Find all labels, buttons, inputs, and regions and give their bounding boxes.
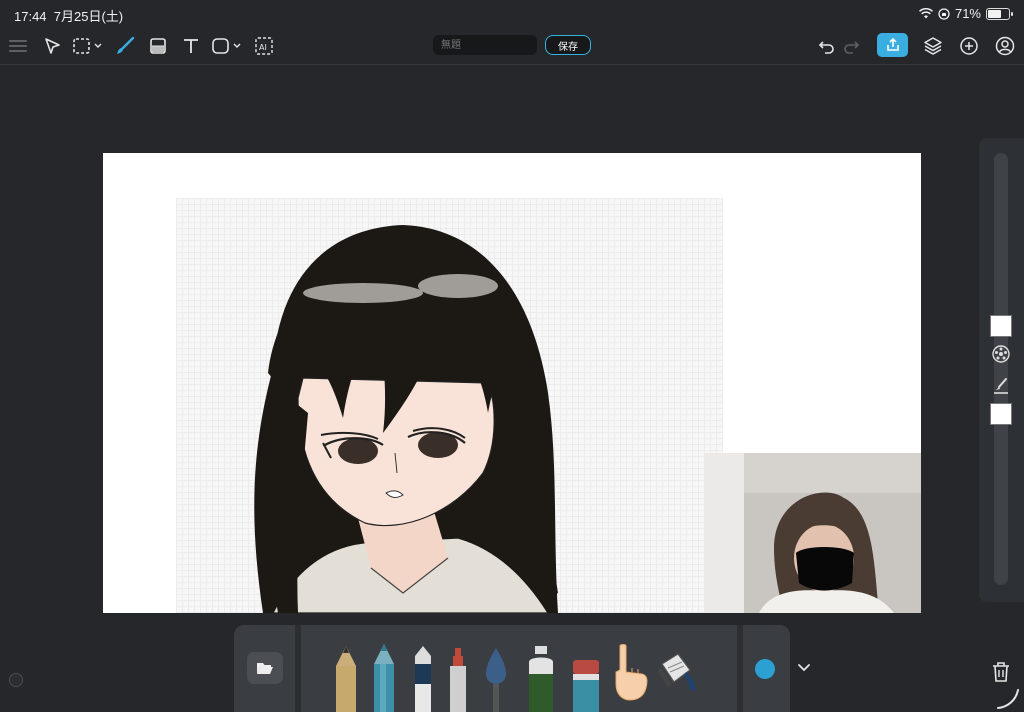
share-icon [886, 37, 899, 51]
trash-icon[interactable] [989, 660, 1013, 684]
redo-icon[interactable] [839, 34, 863, 58]
brush-settings-icon[interactable] [991, 344, 1011, 364]
battery-icon [986, 7, 1013, 20]
orientation-lock-icon [938, 7, 950, 20]
watercolor-brush-icon[interactable] [482, 648, 510, 712]
dock-divider-right [737, 625, 743, 712]
document-title-input[interactable] [433, 35, 537, 55]
brush-dock [234, 625, 810, 712]
pen-icon[interactable] [449, 648, 467, 712]
brush-icon[interactable] [113, 34, 137, 58]
fill-icon[interactable] [146, 34, 170, 58]
video-call-preview[interactable] [704, 453, 921, 613]
status-indicators: 71% [918, 6, 1013, 21]
marquee-select-icon[interactable] [71, 34, 105, 58]
svg-text:AI: AI [259, 43, 267, 52]
share-button[interactable] [877, 33, 908, 57]
quick-note-corner-icon[interactable] [996, 688, 1020, 710]
folder-icon [257, 663, 273, 674]
spray-can-icon[interactable] [524, 646, 558, 712]
marker-icon[interactable] [413, 646, 433, 712]
save-button[interactable]: 保存 [545, 35, 591, 55]
menu-icon[interactable] [6, 34, 30, 58]
colored-pencil-icon[interactable] [372, 644, 396, 712]
account-icon[interactable] [993, 34, 1017, 58]
battery-percent: 71% [954, 6, 981, 21]
paint-bucket-icon[interactable] [656, 650, 700, 694]
eraser-icon[interactable] [572, 660, 600, 712]
add-icon[interactable] [957, 34, 981, 58]
multitask-dot[interactable] [9, 673, 23, 687]
dock-divider-left [295, 625, 301, 712]
opacity-thumb[interactable] [990, 403, 1012, 425]
pencil-icon[interactable] [334, 646, 358, 712]
current-color-swatch[interactable] [755, 659, 775, 679]
wifi-icon [918, 8, 933, 19]
top-toolbar: AI 保存 [0, 28, 1024, 65]
chevron-down-icon[interactable] [797, 661, 811, 675]
ai-icon[interactable]: AI [252, 34, 276, 58]
shape-icon[interactable] [210, 34, 244, 58]
status-bar: 17:44 7月25日(土) 71% [0, 0, 1024, 28]
select-arrow-icon[interactable] [40, 34, 64, 58]
finger-smudge-icon[interactable] [612, 644, 648, 702]
opacity-icon[interactable] [991, 376, 1011, 396]
status-time: 17:44 7月25日(土) [14, 9, 124, 24]
camera-feed [704, 453, 921, 613]
brush-size-slider[interactable] [994, 153, 1008, 585]
undo-icon[interactable] [815, 34, 839, 58]
brush-settings-panel [979, 138, 1024, 602]
brush-size-thumb[interactable] [990, 315, 1012, 337]
folder-button[interactable] [247, 652, 283, 684]
layers-icon[interactable] [921, 34, 945, 58]
text-icon[interactable] [179, 34, 203, 58]
